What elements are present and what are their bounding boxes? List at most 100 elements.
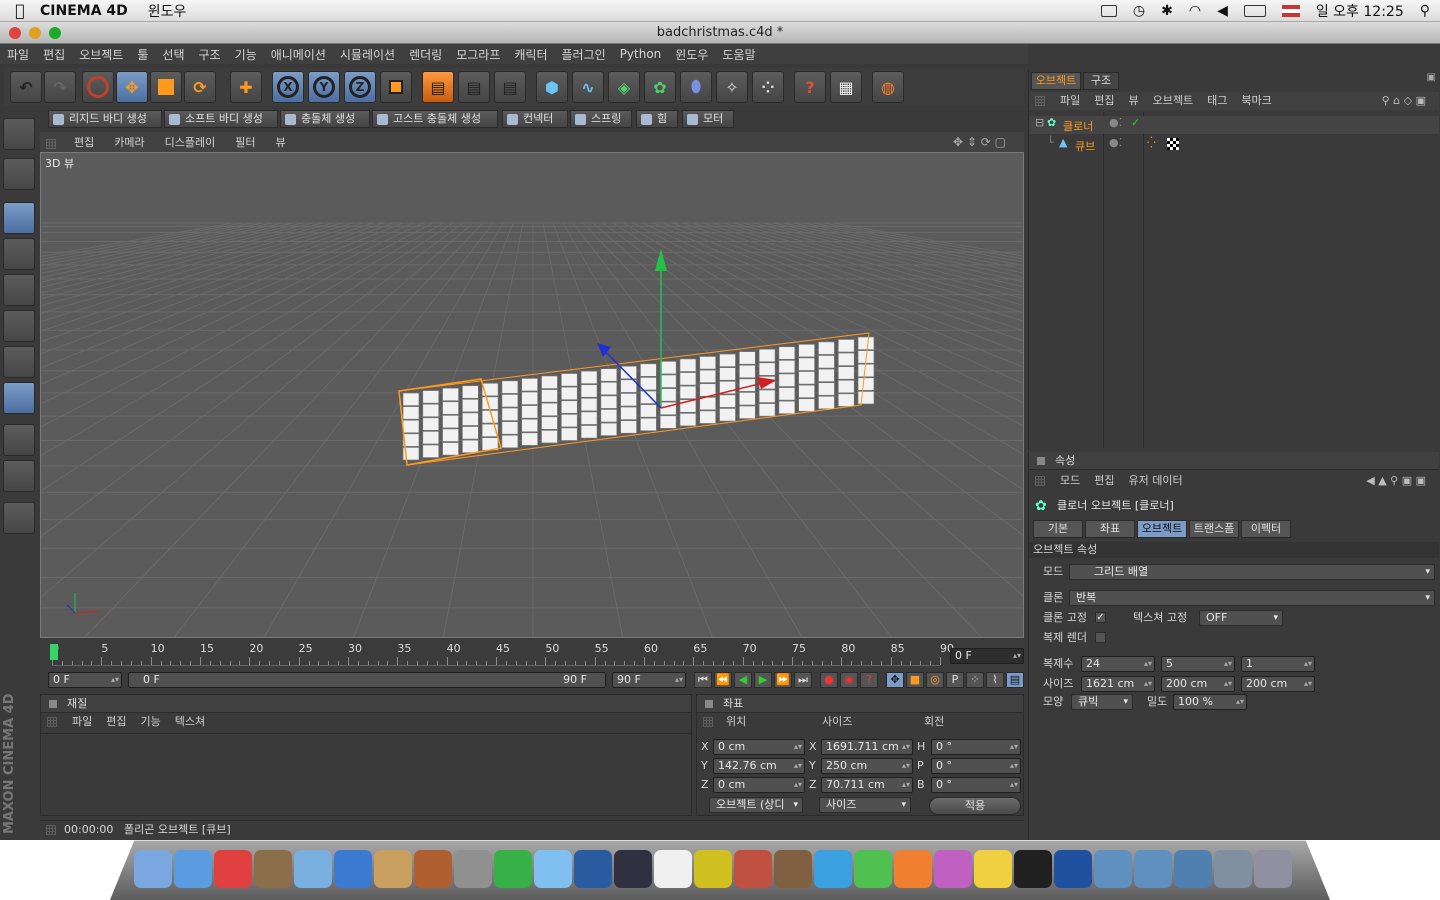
menu-character[interactable]: 캐릭터 <box>507 46 554 63</box>
scheme-icon[interactable]: ▤ <box>1006 672 1024 688</box>
render-instance-checkbox[interactable] <box>1095 632 1106 643</box>
menu-select[interactable]: 선택 <box>155 46 191 63</box>
workplane-icon[interactable] <box>3 460 35 492</box>
coord-size-field[interactable]: 250 cm ▴▾ <box>821 758 913 774</box>
menu-edit[interactable]: 편집 <box>36 46 72 63</box>
globe-app-icon[interactable] <box>1054 850 1092 888</box>
attr-menu-edit[interactable]: 편집 <box>1087 472 1121 490</box>
menu-render[interactable]: 렌더링 <box>402 46 449 63</box>
viewport-menu-display[interactable]: 디스플레이 <box>155 134 226 150</box>
documents-folder-icon[interactable] <box>1134 850 1172 888</box>
menu-help[interactable]: 도움말 <box>715 46 762 63</box>
clone-select[interactable]: 반복 <box>1069 590 1435 606</box>
ical-icon[interactable] <box>214 850 252 888</box>
spline-icon[interactable]: ∿ <box>572 71 604 103</box>
viewport-menu-camera[interactable]: 카메라 <box>104 134 154 150</box>
make-editable-icon[interactable] <box>3 158 35 190</box>
play-backward-icon[interactable]: ◀ <box>734 672 752 688</box>
last-tool-icon[interactable]: ✚ <box>230 71 262 103</box>
count-y-field[interactable]: 5 ▴▾ <box>1161 656 1235 672</box>
viewport-menu-view[interactable]: 뷰 <box>265 134 295 150</box>
menu-animation[interactable]: 애니메이션 <box>264 46 333 63</box>
address-book-icon[interactable] <box>374 850 412 888</box>
om-menu-view[interactable]: 뷰 <box>1122 92 1146 110</box>
play-forward-icon[interactable]: ▶ <box>754 672 772 688</box>
attr-tab-transform[interactable]: 트랜스폼 <box>1189 520 1239 538</box>
y-axis-lock-button[interactable]: Y <box>308 71 340 103</box>
menu-tools[interactable]: 툴 <box>130 46 155 63</box>
apple-menu-icon[interactable]:  <box>0 1 40 20</box>
game-icon[interactable] <box>774 850 812 888</box>
key-param-icon[interactable]: P <box>946 672 964 688</box>
coordinate-system-icon[interactable] <box>380 71 412 103</box>
os-menu-window[interactable]: 윈도우 <box>148 1 187 21</box>
array-icon[interactable]: ✿ <box>644 71 676 103</box>
panda-icon[interactable] <box>654 850 692 888</box>
menu-mograph[interactable]: 모그라프 <box>449 46 507 63</box>
count-x-field[interactable]: 24 ▴▾ <box>1081 656 1155 672</box>
photoshop-icon[interactable] <box>574 850 612 888</box>
viewport-nav-icons[interactable]: ✥ ⇕ ⟳ ▢ <box>943 135 1016 149</box>
menu-object[interactable]: 오브젝트 <box>72 46 130 63</box>
tab-structure[interactable]: 구조 <box>1083 72 1119 90</box>
fix-texture-select[interactable]: OFF <box>1199 610 1283 626</box>
coord-mode-select[interactable]: 오브젝트 (상디 <box>709 797 803 813</box>
layout-icon[interactable] <box>3 118 35 150</box>
coord-size-field[interactable]: 70.711 cm ▴▾ <box>821 777 913 793</box>
coord-position-field[interactable]: 142.76 cm ▴▾ <box>713 758 805 774</box>
prev-key-icon[interactable]: ⏪ <box>714 672 732 688</box>
z-axis-lock-button[interactable]: Z <box>344 71 376 103</box>
om-row-cube[interactable]: └ ▲ 큐브 ●⁚ ⁛ <box>1029 136 1439 154</box>
end-frame-field[interactable]: 90 F ▴▾ <box>612 672 686 688</box>
force-button[interactable]: 힘 <box>636 110 678 128</box>
sculpt-icon[interactable] <box>3 502 35 534</box>
size-x-field[interactable]: 1621 cm ▴▾ <box>1081 676 1155 692</box>
render-picture-viewer-icon[interactable]: ▤ <box>458 71 490 103</box>
menu-python[interactable]: Python <box>613 47 669 61</box>
spotlight-icon[interactable]: ⚲ <box>1420 3 1430 19</box>
om-item-cube[interactable]: 큐브 <box>1075 138 1095 154</box>
visibility-dots-icon[interactable]: ●⁚ <box>1109 116 1122 129</box>
coord-size-select[interactable]: 사이즈 <box>819 797 911 813</box>
bumptop-icon[interactable] <box>534 850 572 888</box>
interpolation-icon[interactable]: ⌇ <box>986 672 1004 688</box>
live-select-icon[interactable] <box>82 71 114 103</box>
attr-nav-icons[interactable]: ◀ ▲ ⚲ ▣ ▣ <box>1359 472 1433 490</box>
lm-app-icon[interactable] <box>1014 850 1052 888</box>
panel-options-icon[interactable]: ▣ <box>1427 72 1436 83</box>
spaces-icon[interactable] <box>1100 5 1117 17</box>
safari-icon[interactable] <box>174 850 212 888</box>
menu-file[interactable]: 파일 <box>0 46 36 63</box>
soft-body-button[interactable]: 소프트 바디 생성 <box>164 110 278 128</box>
frame-range-slider[interactable]: 0 F 90 F <box>128 672 606 688</box>
coord-size-field[interactable]: 1691.711 cm ▴▾ <box>821 739 913 755</box>
collider-body-button[interactable]: 충돌체 생성 <box>280 110 370 128</box>
key-rotation-icon[interactable]: ◎ <box>926 672 944 688</box>
apply-button[interactable]: 적용 <box>929 797 1021 815</box>
texture-mode-icon[interactable] <box>3 382 35 414</box>
ghost-collider-button[interactable]: 고스트 충돌체 생성 <box>372 110 498 128</box>
texture-tag-icon[interactable] <box>1167 138 1179 150</box>
w-app-icon[interactable] <box>854 850 892 888</box>
polygons-mode-icon[interactable] <box>3 346 35 378</box>
material-menu-functions[interactable]: 기능 <box>134 713 168 731</box>
record-icon[interactable]: ● <box>820 672 838 688</box>
menu-window[interactable]: 윈도우 <box>668 46 715 63</box>
start-frame-field[interactable]: 0 F ▴▾ <box>48 672 122 688</box>
p-app-icon[interactable] <box>894 850 932 888</box>
undo-icon[interactable]: ↶ <box>10 71 42 103</box>
civilization-icon[interactable] <box>694 850 732 888</box>
viewport-3d[interactable]: 3D 뷰 <box>40 152 1024 638</box>
rotate-tool-icon[interactable]: ⟳ <box>184 71 216 103</box>
key-pla-icon[interactable]: ⁘ <box>966 672 984 688</box>
minimize-window-icon[interactable] <box>29 27 41 39</box>
emoji-app-icon[interactable] <box>974 850 1012 888</box>
material-menu-file[interactable]: 파일 <box>65 713 99 731</box>
attr-tab-basic[interactable]: 기본 <box>1033 520 1083 538</box>
material-area[interactable] <box>41 733 691 815</box>
fix-clone-checkbox[interactable]: ✓ <box>1095 612 1106 623</box>
attr-tab-object[interactable]: 오브젝트 <box>1137 520 1187 538</box>
move-tool-icon[interactable]: ✥ <box>116 71 148 103</box>
attr-tab-effectors[interactable]: 이펙터 <box>1241 520 1291 538</box>
downloads-folder-icon[interactable] <box>1174 850 1212 888</box>
